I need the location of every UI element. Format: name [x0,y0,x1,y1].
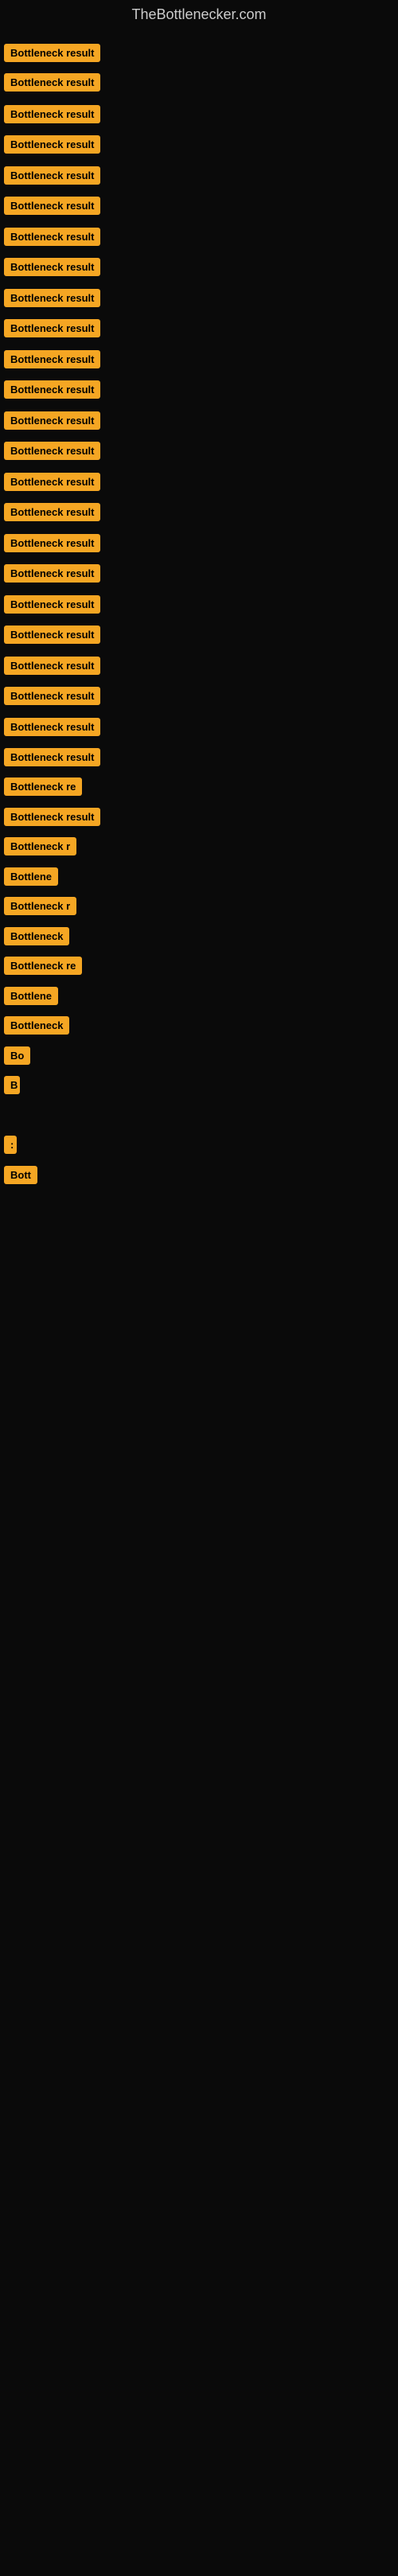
bottleneck-badge: Bottleneck result [4,289,100,307]
bottleneck-item: Bottleneck result [4,442,100,464]
bottleneck-badge: Bottleneck result [4,473,100,491]
bottleneck-badge: Bottleneck r [4,837,76,855]
bottleneck-item: Bottleneck result [4,258,100,280]
bottleneck-item: Bottleneck r [4,837,76,859]
bottleneck-badge: Bottleneck result [4,657,100,675]
bottleneck-badge: : [4,1136,17,1154]
bottleneck-item: : [4,1136,17,1158]
bottleneck-badge: Bottleneck [4,1016,69,1035]
bottleneck-item: Bottleneck result [4,350,100,372]
bottleneck-badge: Bottleneck result [4,687,100,705]
bottleneck-item: Bottleneck re [4,957,82,979]
bottleneck-badge: Bottleneck result [4,442,100,460]
bottleneck-badge: Bottleneck result [4,228,100,246]
bottleneck-badge: Bottleneck re [4,957,82,975]
site-title: TheBottlenecker.com [0,0,398,29]
bottleneck-badge: B [4,1076,20,1094]
bottleneck-badge: Bottleneck result [4,625,100,644]
bottleneck-badge: Bottleneck result [4,411,100,430]
bottleneck-badge: Bottleneck result [4,534,100,552]
bottleneck-badge: Bo [4,1046,30,1065]
bottleneck-item: Bottlene [4,867,58,890]
bottleneck-badge: Bottleneck result [4,808,100,826]
bottleneck-badge: Bottleneck result [4,718,100,736]
bottleneck-item: Bottleneck result [4,166,100,189]
bottleneck-item: Bottleneck result [4,380,100,403]
bottleneck-item: Bottleneck result [4,411,100,434]
bottleneck-item: Bottleneck result [4,73,100,95]
bottleneck-item: Bottleneck re [4,777,82,800]
bottleneck-item: B [4,1076,20,1098]
bottleneck-item: Bottleneck [4,927,69,949]
bottleneck-badge: Bottleneck result [4,197,100,215]
bottleneck-item: Bottleneck result [4,44,100,66]
bottleneck-badge: Bottleneck result [4,166,100,185]
bottleneck-badge: Bottleneck result [4,319,100,337]
bottleneck-item: Bottleneck result [4,657,100,679]
bottleneck-badge: Bottleneck result [4,564,100,583]
bottleneck-item: Bottleneck result [4,105,100,127]
bottleneck-badge: Bottleneck result [4,73,100,92]
bottleneck-badge: Bottlene [4,867,58,886]
bottleneck-item: Bottleneck result [4,197,100,219]
bottleneck-badge: Bottleneck result [4,748,100,766]
bottleneck-badge: Bottleneck [4,927,69,945]
bottleneck-item: Bottlene [4,987,58,1009]
bottleneck-item: Bottleneck result [4,808,100,830]
bottleneck-item: Bottleneck result [4,534,100,556]
bottleneck-badge: Bottlene [4,987,58,1005]
bottleneck-badge: Bottleneck result [4,350,100,368]
bottleneck-item: Bottleneck r [4,897,76,919]
bottleneck-item: Bottleneck result [4,595,100,618]
bottleneck-item: Bottleneck result [4,503,100,525]
bottleneck-item: Bott [4,1166,37,1188]
bottleneck-badge: Bottleneck result [4,503,100,521]
bottleneck-item: Bottleneck [4,1016,69,1039]
bottleneck-item: Bottleneck result [4,625,100,648]
bottleneck-item: Bottleneck result [4,748,100,770]
bottleneck-item: Bottleneck result [4,135,100,158]
bottleneck-badge: Bottleneck result [4,105,100,123]
bottleneck-item: Bo [4,1046,30,1069]
bottleneck-item: Bottleneck result [4,289,100,311]
bottleneck-badge: Bottleneck re [4,777,82,796]
bottleneck-item: Bottleneck result [4,228,100,250]
bottleneck-item: Bottleneck result [4,473,100,495]
bottleneck-item: Bottleneck result [4,319,100,341]
bottleneck-badge: Bottleneck result [4,135,100,154]
bottleneck-badge: Bottleneck result [4,380,100,399]
bottleneck-item: Bottleneck result [4,687,100,709]
bottleneck-badge: Bottleneck result [4,258,100,276]
bottleneck-badge: Bottleneck result [4,595,100,614]
bottleneck-item: Bottleneck result [4,564,100,587]
bottleneck-badge: Bottleneck result [4,44,100,62]
bottleneck-badge: Bottleneck r [4,897,76,915]
bottleneck-item: Bottleneck result [4,718,100,740]
bottleneck-badge: Bott [4,1166,37,1184]
